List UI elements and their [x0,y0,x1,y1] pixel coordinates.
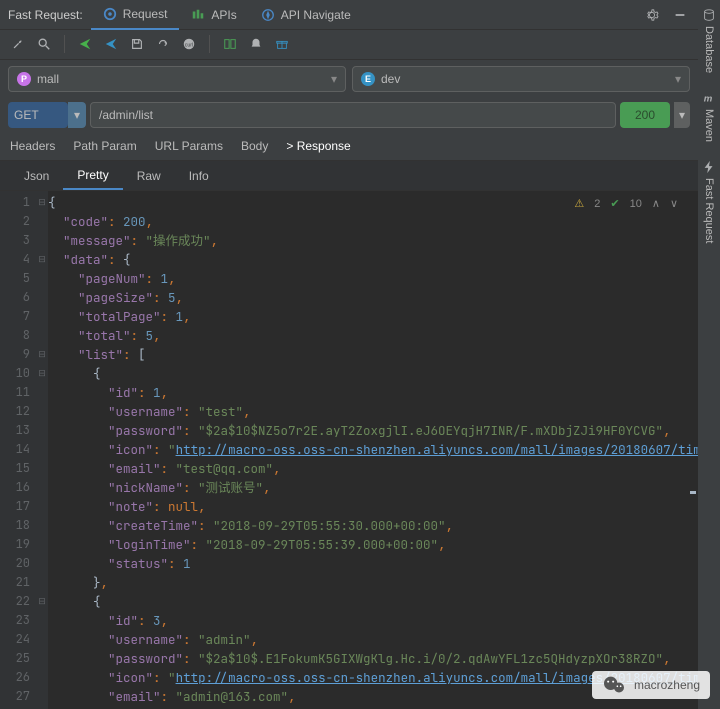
chevron-down-icon: ▾ [675,72,681,86]
url-text: /admin/list [99,108,153,122]
env-name: dev [381,72,400,86]
view-info[interactable]: Info [175,161,223,190]
view-raw[interactable]: Raw [123,161,175,190]
plugin-header: Fast Request: Request APIs API Navigate [0,0,698,30]
curl-icon[interactable]: curl [179,34,199,54]
bell-icon[interactable] [246,34,266,54]
request-row: GET ▾ /admin/list 200 ▾ [0,98,698,132]
fast-request-icon [702,160,716,174]
toolbar: curl [0,30,698,60]
tab-url-params[interactable]: URL Params [155,133,223,159]
tab-request[interactable]: Request [91,0,180,30]
url-input[interactable]: /admin/list [90,102,616,128]
response-editor: 1234567891011121314151617181920212223242… [0,191,698,709]
method-label: GET [14,108,39,122]
send-download-icon[interactable] [101,34,121,54]
watermark-text: macrozheng [634,678,700,692]
separator [209,35,210,53]
tab-label: APIs [211,8,236,22]
code-content[interactable]: { "code": 200, "message": "操作成功", "data"… [48,191,698,709]
nav-down-icon[interactable]: ∨ [670,197,678,210]
editor-inspection-status[interactable]: ⚠ 2 ✔ 10 ∧ ∨ [570,195,682,212]
watermark: macrozheng [592,671,710,699]
nav-up-icon[interactable]: ∧ [652,197,660,210]
tab-label: Request [123,7,168,21]
svg-text:m: m [704,94,713,105]
tab-response[interactable]: > Response [286,133,350,159]
project-badge-icon: P [17,72,31,86]
wechat-icon [602,675,626,695]
check-icon: ✔ [610,197,619,210]
request-icon [103,7,117,21]
view-pretty[interactable]: Pretty [63,161,122,190]
chevron-down-icon: ▾ [679,108,685,122]
redo-icon[interactable] [153,34,173,54]
chevron-down-icon: ▾ [74,108,80,122]
separator [64,35,65,53]
tab-apis[interactable]: APIs [179,0,248,30]
gift-icon[interactable] [272,34,292,54]
minimize-icon[interactable] [670,5,690,25]
tab-body[interactable]: Body [241,133,268,159]
env-badge-icon: E [361,72,375,86]
navigate-icon [261,8,275,22]
apis-icon [191,8,205,22]
tab-label: API Navigate [281,8,351,22]
plugin-title: Fast Request: [8,8,83,22]
database-icon [702,8,716,22]
book-icon[interactable] [220,34,240,54]
chevron-down-icon: ▾ [331,72,337,86]
wrench-icon[interactable] [8,34,28,54]
send-icon[interactable] [75,34,95,54]
scroll-marker [690,491,696,494]
svg-text:curl: curl [185,43,193,49]
view-tabs: Json Pretty Raw Info [0,161,698,191]
tab-headers[interactable]: Headers [10,133,55,159]
maven-icon: m [702,91,716,105]
method-dropdown-arrow[interactable]: ▾ [68,102,86,128]
status-dropdown-arrow[interactable]: ▾ [674,102,690,128]
rail-database[interactable]: Database [702,4,716,77]
gear-icon[interactable] [642,5,662,25]
status-code: 200 [635,108,655,122]
save-icon[interactable] [127,34,147,54]
check-count: 10 [630,198,642,210]
env-dropdown[interactable]: E dev ▾ [352,66,690,92]
warning-icon: ⚠ [574,197,584,210]
warning-count: 2 [594,198,600,210]
section-tabs: Headers Path Param URL Params Body > Res… [0,132,698,162]
status-badge: 200 [620,102,670,128]
project-name: mall [37,72,59,86]
search-icon[interactable] [34,34,54,54]
project-dropdown[interactable]: P mall ▾ [8,66,346,92]
method-selector[interactable]: GET [8,102,68,128]
env-selectors: P mall ▾ E dev ▾ [0,60,698,98]
right-tool-rail: Database m Maven Fast Request [698,0,720,709]
rail-fast-request[interactable]: Fast Request [702,156,716,247]
view-json[interactable]: Json [10,161,63,190]
fold-gutter[interactable]: ⊟⊟⊟⊟⊟ [36,191,48,709]
tab-api-navigate[interactable]: API Navigate [249,0,363,30]
tab-path-param[interactable]: Path Param [73,133,136,159]
line-gutter: 1234567891011121314151617181920212223242… [0,191,36,709]
rail-maven[interactable]: m Maven [702,87,716,146]
